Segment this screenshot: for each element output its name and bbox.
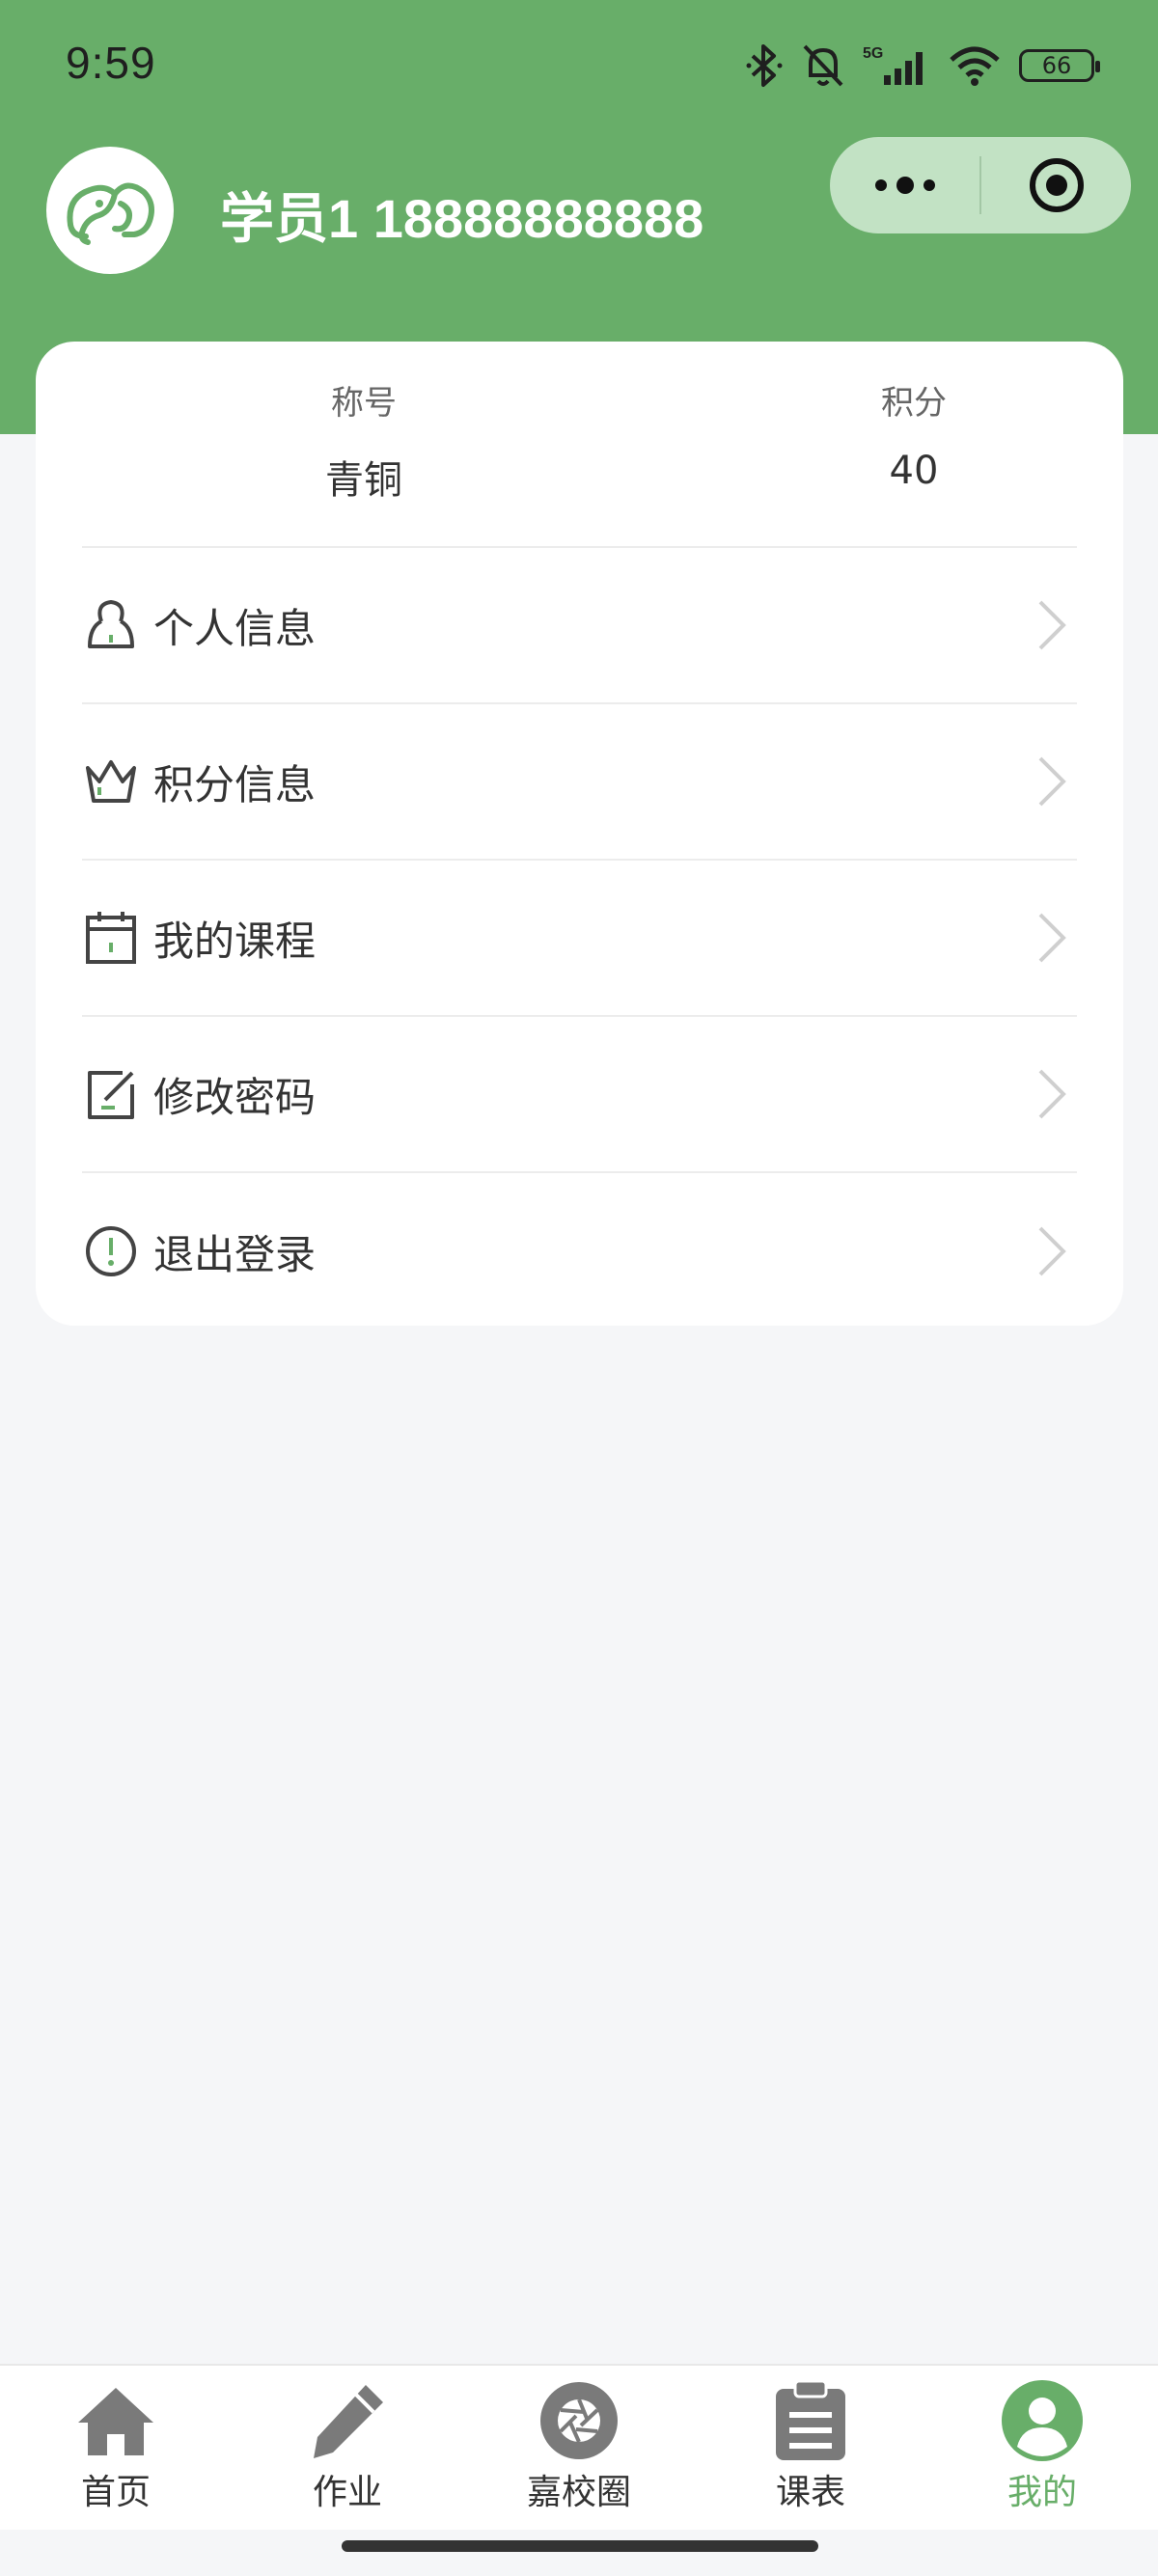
clipboard-icon <box>769 2379 852 2462</box>
menu-label: 修改密码 <box>153 1073 317 1121</box>
svg-text:5G: 5G <box>863 45 883 62</box>
user-icon <box>1001 2379 1084 2462</box>
avatar[interactable] <box>46 147 174 274</box>
tab-label: 作业 <box>312 2473 382 2512</box>
alert-circle-icon <box>82 1222 140 1280</box>
stat-points: 积分 40 <box>769 342 1059 493</box>
tab-schedule[interactable]: 课表 <box>695 2366 926 2530</box>
tab-bar: 首页 作业 嘉校圈 课表 我的 <box>0 2364 1158 2530</box>
person-icon <box>82 596 140 654</box>
tab-home[interactable]: 首页 <box>0 2366 232 2530</box>
tab-label: 嘉校圈 <box>526 2473 631 2512</box>
stat-title-label: 称号 <box>331 384 397 423</box>
chevron-right-icon <box>1038 1069 1066 1119</box>
profile-card: 称号 青铜 积分 40 个人信息 积分信息 我的课程 修改密码 退出登录 <box>36 342 1123 1326</box>
battery-indicator: 66 <box>1019 49 1100 82</box>
menu-label: 退出登录 <box>153 1230 317 1278</box>
status-icons: 5G 66 <box>745 37 1100 95</box>
chevron-right-icon <box>1038 1226 1066 1276</box>
wifi-icon <box>950 46 1000 86</box>
close-miniprogram-button[interactable] <box>981 137 1131 233</box>
stats-row: 称号 青铜 积分 40 <box>82 342 1077 548</box>
stat-points-label: 积分 <box>881 384 947 423</box>
more-button[interactable] <box>830 137 979 233</box>
chevron-right-icon <box>1038 600 1066 650</box>
tab-circle[interactable]: 嘉校圈 <box>463 2366 695 2530</box>
target-icon <box>1029 158 1084 212</box>
menu-label: 个人信息 <box>153 604 317 652</box>
tab-mine[interactable]: 我的 <box>926 2366 1158 2530</box>
menu-label: 积分信息 <box>153 760 317 808</box>
mini-program-capsule <box>830 137 1131 233</box>
bluetooth-icon <box>746 44 783 87</box>
menu-item-my-courses[interactable]: 我的课程 <box>82 861 1077 1017</box>
battery-level: 66 <box>1041 52 1072 79</box>
home-indicator <box>342 2540 818 2552</box>
stat-title: 称号 青铜 <box>219 342 509 505</box>
home-icon <box>74 2379 157 2462</box>
aperture-icon <box>538 2379 620 2462</box>
menu-item-personal-info[interactable]: 个人信息 <box>82 548 1077 704</box>
stat-points-value: 40 <box>889 449 939 493</box>
chevron-right-icon <box>1038 913 1066 963</box>
crown-icon <box>82 753 140 810</box>
menu-label: 我的课程 <box>153 917 317 965</box>
bell-off-icon <box>803 44 843 87</box>
user-title: 学员1 18888888888 <box>220 188 704 249</box>
menu-item-logout[interactable]: 退出登录 <box>82 1173 1077 1329</box>
chevron-right-icon <box>1038 756 1066 807</box>
signal-5g-icon: 5G <box>863 45 923 85</box>
stat-title-value: 青铜 <box>325 458 402 503</box>
status-time: 9:59 <box>66 38 156 88</box>
elephant-logo-icon <box>67 182 154 245</box>
tab-label: 首页 <box>80 2473 151 2512</box>
tab-homework[interactable]: 作业 <box>232 2366 463 2530</box>
menu-item-points-info[interactable]: 积分信息 <box>82 704 1077 861</box>
tab-label: 我的 <box>1006 2473 1077 2512</box>
menu-item-change-password[interactable]: 修改密码 <box>82 1017 1077 1173</box>
more-dots-icon <box>874 177 935 194</box>
pencil-icon <box>306 2379 389 2462</box>
status-bar: 9:59 5G 66 <box>0 0 1158 135</box>
tab-label: 课表 <box>775 2473 845 2512</box>
edit-icon <box>82 1065 140 1123</box>
calendar-icon <box>82 909 140 967</box>
